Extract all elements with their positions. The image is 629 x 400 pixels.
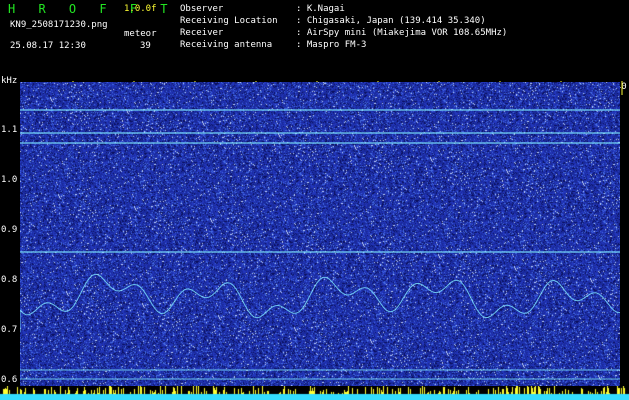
datetime-label: 25.08.17 12:30 bbox=[10, 41, 86, 51]
filename-label: KN9_2508171230.png bbox=[10, 20, 108, 30]
y-tick: 1.0 bbox=[1, 175, 18, 185]
field-label-location: Receiving Location bbox=[180, 16, 278, 26]
doppler-trace bbox=[20, 273, 620, 332]
field-value-receiver: : AirSpy mini (Miakejima VOR 108.65MHz) bbox=[296, 28, 508, 38]
meteor-label: meteor bbox=[124, 29, 157, 39]
field-label-antenna: Receiving antenna bbox=[180, 40, 273, 50]
field-value-observer: : K.Nagai bbox=[296, 4, 345, 14]
spectrogram-traces bbox=[20, 109, 620, 380]
signal-level-bar bbox=[0, 386, 629, 400]
y-tick: 0.6 bbox=[1, 375, 18, 385]
header-panel: H R O F F T 1.0.0f KN9_2508171230.png 25… bbox=[0, 0, 629, 75]
y-axis: 1.1 1.0 0.9 0.8 0.7 0.6 bbox=[0, 75, 20, 400]
y-tick: 0.7 bbox=[1, 325, 18, 335]
field-label-receiver: Receiver bbox=[180, 28, 224, 38]
meteor-count: 39 bbox=[140, 41, 151, 51]
field-label-observer: Observer bbox=[180, 4, 224, 14]
y-tick: 1.1 bbox=[1, 125, 18, 135]
y-tick: 0.8 bbox=[1, 275, 18, 285]
version-label: 1.0.0f bbox=[124, 4, 157, 14]
field-value-antenna: : Maspro FM-3 bbox=[296, 40, 367, 50]
field-value-location: : Chigasaki, Japan (139.414 35.340) bbox=[296, 16, 486, 26]
y-tick: 0.9 bbox=[1, 225, 18, 235]
